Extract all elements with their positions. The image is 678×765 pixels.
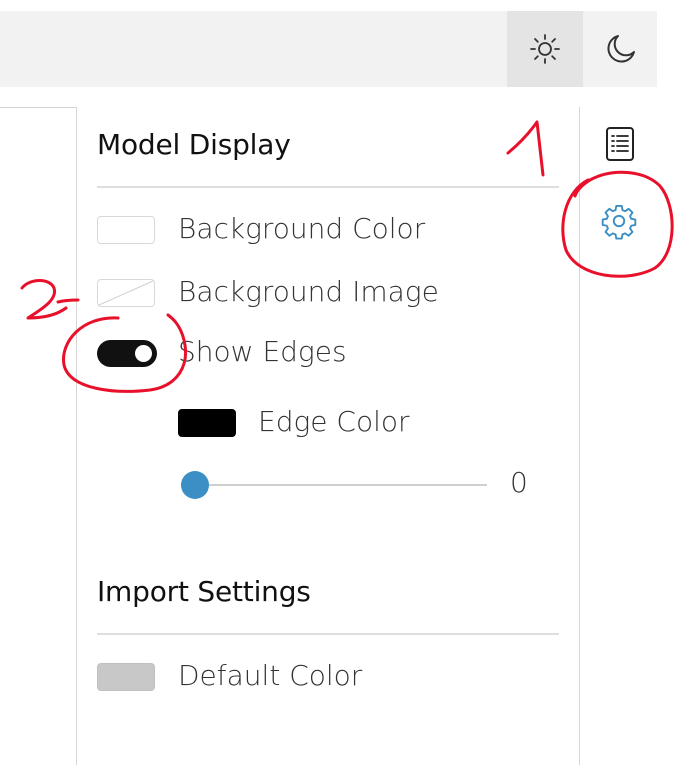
default-color-swatch[interactable]: [97, 663, 155, 691]
list-icon: [606, 127, 634, 161]
default-color-label: Default Color: [178, 659, 363, 692]
annotation-overlay: [20, 120, 674, 393]
empty-image-icon: [98, 280, 154, 306]
edge-color-swatch[interactable]: [178, 409, 236, 437]
sun-icon: [530, 34, 560, 64]
show-edges-toggle[interactable]: [97, 340, 157, 367]
light-mode-button[interactable]: [507, 11, 583, 87]
annotation-marker-2: [20, 279, 68, 320]
left-panel-top-border: [0, 107, 76, 108]
sidebar-item-list[interactable]: [600, 124, 640, 164]
import-settings-title: Import Settings: [97, 575, 311, 608]
toggle-knob: [135, 345, 152, 362]
annotation-marker-1: [506, 120, 545, 177]
moon-icon: [607, 35, 635, 63]
import-settings-divider: [97, 633, 559, 635]
top-toolbar: [0, 11, 657, 87]
show-edges-label: Show Edges: [178, 335, 347, 368]
gear-icon: [601, 205, 637, 240]
background-color-swatch[interactable]: [97, 216, 155, 244]
background-color-label: Background Color: [178, 212, 426, 245]
edge-width-slider-thumb[interactable]: [181, 471, 209, 499]
settings-panel-left-border: [76, 107, 77, 765]
sidebar-item-settings[interactable]: [597, 199, 641, 243]
dark-mode-button[interactable]: [583, 11, 659, 87]
model-display-divider: [97, 186, 559, 188]
edge-width-value: 0: [510, 466, 528, 499]
model-display-title: Model Display: [97, 128, 291, 161]
sidebar-left-border: [579, 107, 580, 765]
edge-color-label: Edge Color: [258, 405, 410, 438]
background-image-swatch[interactable]: [97, 279, 155, 307]
edge-width-slider-track[interactable]: [195, 484, 487, 486]
background-image-label: Background Image: [178, 275, 439, 308]
